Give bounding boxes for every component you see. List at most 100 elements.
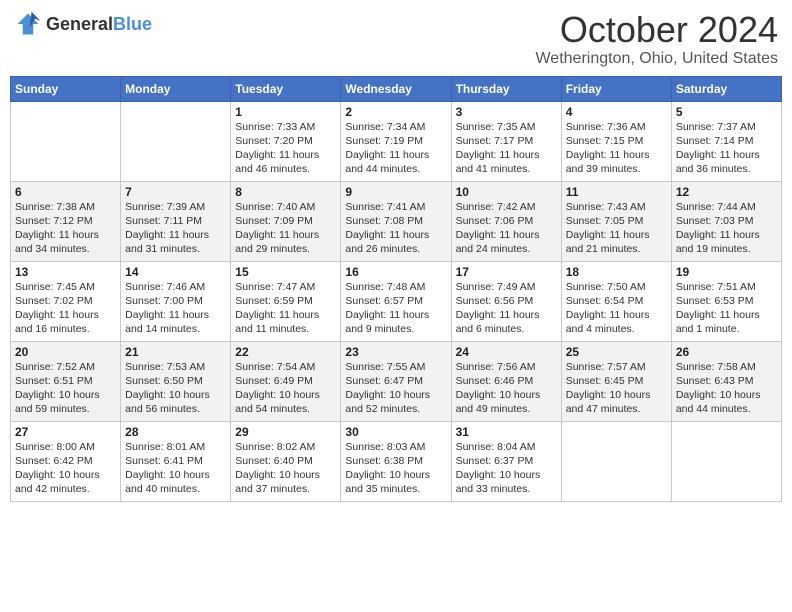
day-info: Sunrise: 8:04 AMSunset: 6:37 PMDaylight:… (456, 441, 541, 496)
weekday-header-row: SundayMondayTuesdayWednesdayThursdayFrid… (11, 76, 782, 101)
day-number: 30 (345, 425, 446, 439)
day-number: 19 (676, 265, 777, 279)
calendar-cell: 23 Sunrise: 7:55 AMSunset: 6:47 PMDaylig… (341, 341, 451, 421)
day-number: 31 (456, 425, 557, 439)
day-info: Sunrise: 7:57 AMSunset: 6:45 PMDaylight:… (566, 361, 651, 416)
logo-general: General Blue (46, 14, 152, 35)
day-info: Sunrise: 8:01 AMSunset: 6:41 PMDaylight:… (125, 441, 210, 496)
week-row-1: 1 Sunrise: 7:33 AMSunset: 7:20 PMDayligh… (11, 101, 782, 181)
day-number: 11 (566, 185, 667, 199)
weekday-sunday: Sunday (11, 76, 121, 101)
calendar-cell: 27 Sunrise: 8:00 AMSunset: 6:42 PMDaylig… (11, 421, 121, 501)
day-number: 4 (566, 105, 667, 119)
day-info: Sunrise: 7:58 AMSunset: 6:43 PMDaylight:… (676, 361, 761, 416)
day-info: Sunrise: 8:00 AMSunset: 6:42 PMDaylight:… (15, 441, 100, 496)
calendar-cell: 3 Sunrise: 7:35 AMSunset: 7:17 PMDayligh… (451, 101, 561, 181)
month-title: October 2024 (535, 10, 778, 50)
calendar-table: SundayMondayTuesdayWednesdayThursdayFrid… (10, 76, 782, 502)
day-info: Sunrise: 7:54 AMSunset: 6:49 PMDaylight:… (235, 361, 320, 416)
logo-icon (14, 10, 42, 38)
day-number: 15 (235, 265, 336, 279)
calendar-cell: 14 Sunrise: 7:46 AMSunset: 7:00 PMDaylig… (121, 261, 231, 341)
calendar-cell: 16 Sunrise: 7:48 AMSunset: 6:57 PMDaylig… (341, 261, 451, 341)
day-info: Sunrise: 7:46 AMSunset: 7:00 PMDaylight:… (125, 281, 209, 336)
logo-text-general: General (46, 14, 113, 35)
calendar-cell: 4 Sunrise: 7:36 AMSunset: 7:15 PMDayligh… (561, 101, 671, 181)
week-row-2: 6 Sunrise: 7:38 AMSunset: 7:12 PMDayligh… (11, 181, 782, 261)
weekday-friday: Friday (561, 76, 671, 101)
weekday-saturday: Saturday (671, 76, 781, 101)
day-info: Sunrise: 7:40 AMSunset: 7:09 PMDaylight:… (235, 201, 319, 256)
day-info: Sunrise: 7:42 AMSunset: 7:06 PMDaylight:… (456, 201, 540, 256)
calendar-cell: 21 Sunrise: 7:53 AMSunset: 6:50 PMDaylig… (121, 341, 231, 421)
calendar-cell: 8 Sunrise: 7:40 AMSunset: 7:09 PMDayligh… (231, 181, 341, 261)
day-info: Sunrise: 7:37 AMSunset: 7:14 PMDaylight:… (676, 121, 760, 176)
calendar-cell: 18 Sunrise: 7:50 AMSunset: 6:54 PMDaylig… (561, 261, 671, 341)
day-info: Sunrise: 7:35 AMSunset: 7:17 PMDaylight:… (456, 121, 540, 176)
day-info: Sunrise: 7:52 AMSunset: 6:51 PMDaylight:… (15, 361, 100, 416)
weekday-thursday: Thursday (451, 76, 561, 101)
day-info: Sunrise: 7:34 AMSunset: 7:19 PMDaylight:… (345, 121, 429, 176)
day-number: 3 (456, 105, 557, 119)
day-info: Sunrise: 7:38 AMSunset: 7:12 PMDaylight:… (15, 201, 99, 256)
day-number: 1 (235, 105, 336, 119)
day-info: Sunrise: 7:41 AMSunset: 7:08 PMDaylight:… (345, 201, 429, 256)
day-number: 6 (15, 185, 116, 199)
day-number: 25 (566, 345, 667, 359)
location-title: Wetherington, Ohio, United States (535, 50, 778, 68)
day-number: 13 (15, 265, 116, 279)
day-info: Sunrise: 8:03 AMSunset: 6:38 PMDaylight:… (345, 441, 430, 496)
calendar-cell: 1 Sunrise: 7:33 AMSunset: 7:20 PMDayligh… (231, 101, 341, 181)
calendar-cell: 5 Sunrise: 7:37 AMSunset: 7:14 PMDayligh… (671, 101, 781, 181)
calendar-cell: 10 Sunrise: 7:42 AMSunset: 7:06 PMDaylig… (451, 181, 561, 261)
day-info: Sunrise: 8:02 AMSunset: 6:40 PMDaylight:… (235, 441, 320, 496)
calendar-cell: 26 Sunrise: 7:58 AMSunset: 6:43 PMDaylig… (671, 341, 781, 421)
weekday-monday: Monday (121, 76, 231, 101)
page-header: General Blue October 2024 Wetherington, … (10, 10, 782, 68)
day-number: 22 (235, 345, 336, 359)
day-info: Sunrise: 7:43 AMSunset: 7:05 PMDaylight:… (566, 201, 650, 256)
week-row-4: 20 Sunrise: 7:52 AMSunset: 6:51 PMDaylig… (11, 341, 782, 421)
day-info: Sunrise: 7:47 AMSunset: 6:59 PMDaylight:… (235, 281, 319, 336)
day-info: Sunrise: 7:53 AMSunset: 6:50 PMDaylight:… (125, 361, 210, 416)
day-number: 17 (456, 265, 557, 279)
calendar-cell: 20 Sunrise: 7:52 AMSunset: 6:51 PMDaylig… (11, 341, 121, 421)
weekday-wednesday: Wednesday (341, 76, 451, 101)
day-info: Sunrise: 7:44 AMSunset: 7:03 PMDaylight:… (676, 201, 760, 256)
day-number: 18 (566, 265, 667, 279)
day-number: 27 (15, 425, 116, 439)
calendar-cell: 17 Sunrise: 7:49 AMSunset: 6:56 PMDaylig… (451, 261, 561, 341)
day-info: Sunrise: 7:50 AMSunset: 6:54 PMDaylight:… (566, 281, 650, 336)
calendar-cell: 22 Sunrise: 7:54 AMSunset: 6:49 PMDaylig… (231, 341, 341, 421)
day-number: 24 (456, 345, 557, 359)
day-number: 16 (345, 265, 446, 279)
day-number: 2 (345, 105, 446, 119)
calendar-cell: 7 Sunrise: 7:39 AMSunset: 7:11 PMDayligh… (121, 181, 231, 261)
day-number: 12 (676, 185, 777, 199)
day-info: Sunrise: 7:33 AMSunset: 7:20 PMDaylight:… (235, 121, 319, 176)
logo-text-blue: Blue (113, 14, 152, 35)
logo: General Blue (14, 10, 152, 38)
calendar-cell (11, 101, 121, 181)
calendar-cell (121, 101, 231, 181)
day-number: 21 (125, 345, 226, 359)
day-info: Sunrise: 7:55 AMSunset: 6:47 PMDaylight:… (345, 361, 430, 416)
calendar-cell: 9 Sunrise: 7:41 AMSunset: 7:08 PMDayligh… (341, 181, 451, 261)
day-number: 5 (676, 105, 777, 119)
day-number: 28 (125, 425, 226, 439)
day-info: Sunrise: 7:39 AMSunset: 7:11 PMDaylight:… (125, 201, 209, 256)
calendar-cell (561, 421, 671, 501)
day-number: 8 (235, 185, 336, 199)
week-row-5: 27 Sunrise: 8:00 AMSunset: 6:42 PMDaylig… (11, 421, 782, 501)
day-number: 29 (235, 425, 336, 439)
day-info: Sunrise: 7:36 AMSunset: 7:15 PMDaylight:… (566, 121, 650, 176)
calendar-cell: 11 Sunrise: 7:43 AMSunset: 7:05 PMDaylig… (561, 181, 671, 261)
day-number: 14 (125, 265, 226, 279)
calendar-cell: 31 Sunrise: 8:04 AMSunset: 6:37 PMDaylig… (451, 421, 561, 501)
day-number: 7 (125, 185, 226, 199)
calendar-cell: 25 Sunrise: 7:57 AMSunset: 6:45 PMDaylig… (561, 341, 671, 421)
calendar-cell: 2 Sunrise: 7:34 AMSunset: 7:19 PMDayligh… (341, 101, 451, 181)
calendar-cell: 30 Sunrise: 8:03 AMSunset: 6:38 PMDaylig… (341, 421, 451, 501)
week-row-3: 13 Sunrise: 7:45 AMSunset: 7:02 PMDaylig… (11, 261, 782, 341)
weekday-tuesday: Tuesday (231, 76, 341, 101)
